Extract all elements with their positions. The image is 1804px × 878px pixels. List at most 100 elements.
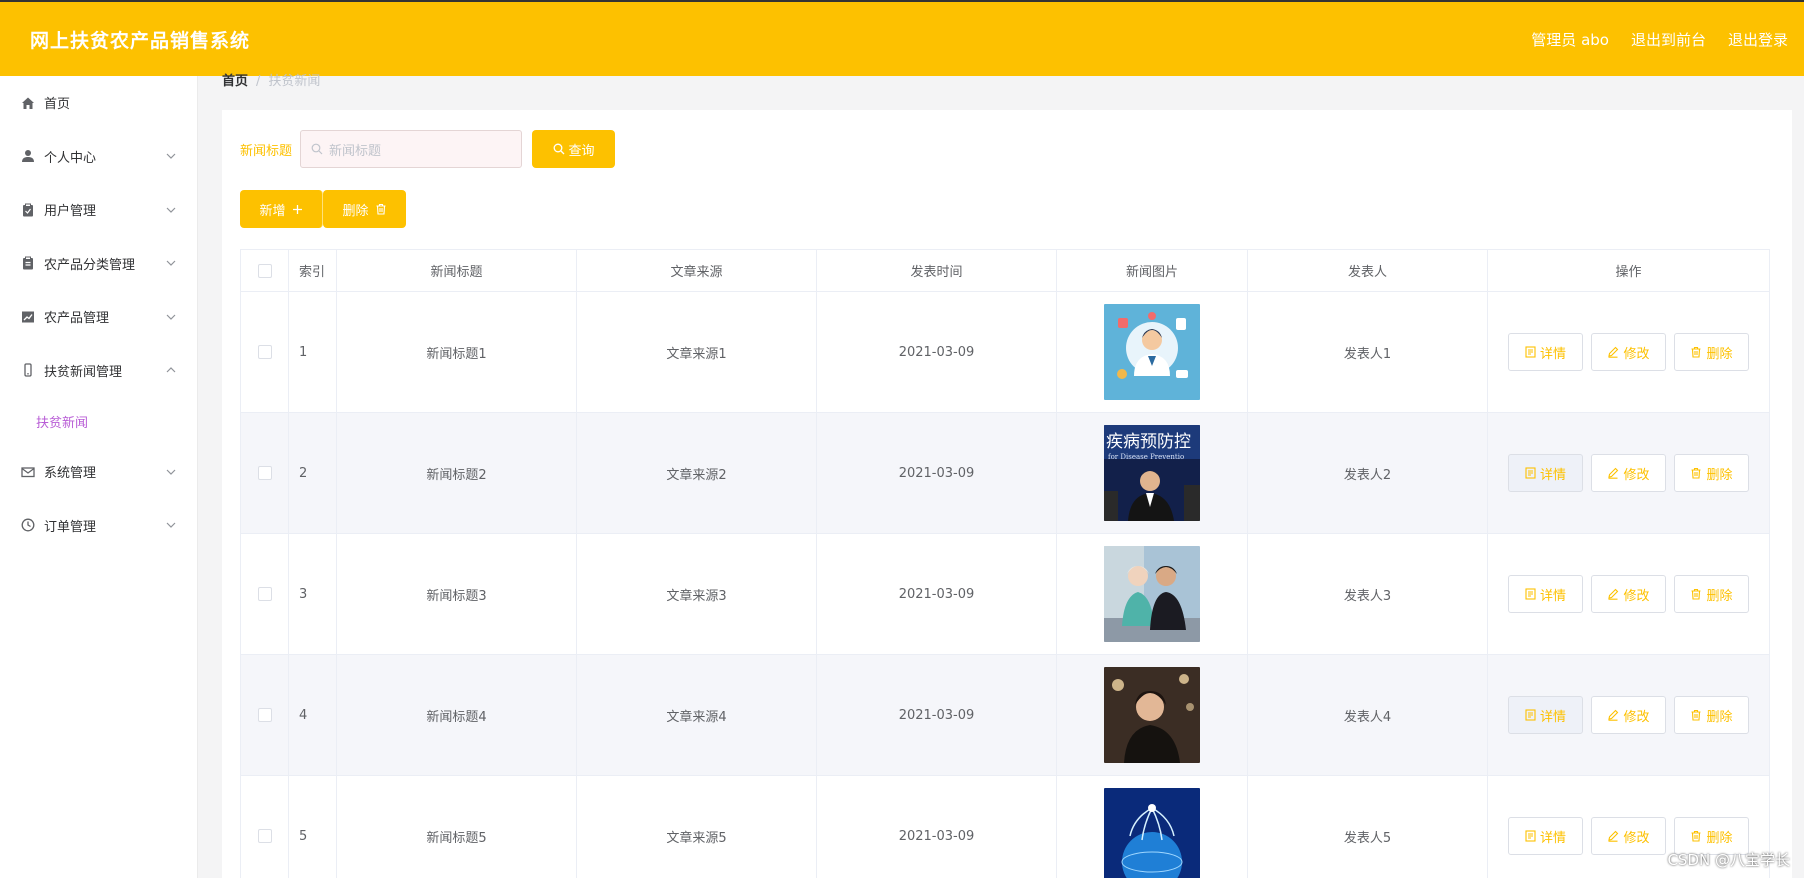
row-checkbox[interactable]	[257, 345, 272, 359]
document-icon	[1525, 346, 1536, 358]
select-all-checkbox[interactable]	[257, 263, 272, 278]
row-title: 新闻标题5	[337, 776, 577, 878]
delete-label: 删除	[1706, 588, 1733, 604]
search-placeholder: 新闻标题	[329, 143, 382, 159]
edit-icon	[1608, 588, 1619, 600]
row-checkbox[interactable]	[257, 587, 272, 601]
edit-label: 修改	[1623, 588, 1650, 604]
header-actions: 管理员 abo 退出到前台 退出登录	[1531, 29, 1788, 50]
sidebar: 首页 个人中心 用户管理 农产品分类管理 农产品管理 扶贫新闻管理 扶贫新闻 系…	[0, 76, 198, 878]
add-button[interactable]: 新增	[240, 190, 323, 228]
sidebar-item-home[interactable]: 首页	[0, 76, 197, 130]
sidebar-item-label: 农产品分类管理	[44, 257, 136, 273]
mail-icon	[20, 464, 36, 480]
edit-icon	[1608, 709, 1619, 721]
search-button[interactable]: 查询	[532, 130, 616, 168]
sidebar-subitem-news[interactable]: 扶贫新闻	[0, 397, 197, 445]
header-index: 索引	[289, 250, 337, 291]
news-image-two-people	[1104, 546, 1200, 642]
search-icon	[553, 143, 564, 155]
row-delete-button[interactable]: 删除	[1674, 696, 1749, 734]
row-author: 发表人1	[1248, 292, 1488, 412]
edit-button[interactable]: 修改	[1591, 696, 1666, 734]
trash-icon	[376, 203, 385, 215]
news-image-portrait	[1104, 667, 1200, 763]
exit-to-front-link[interactable]: 退出到前台	[1631, 29, 1706, 50]
logout-link[interactable]: 退出登录	[1728, 29, 1788, 50]
row-title: 新闻标题2	[337, 413, 577, 533]
plus-icon	[292, 204, 302, 214]
breadcrumb-home[interactable]: 首页	[222, 74, 248, 89]
search-icon	[311, 143, 323, 155]
sidebar-item-system[interactable]: 系统管理	[0, 445, 197, 499]
header-source: 文章来源	[577, 250, 817, 291]
document-icon	[1525, 588, 1536, 600]
header-checkbox-cell	[241, 250, 289, 291]
sidebar-item-news[interactable]: 扶贫新闻管理	[0, 344, 197, 398]
row-index: 1	[289, 292, 337, 412]
chevron-down-icon	[165, 204, 177, 216]
sidebar-item-label: 个人中心	[44, 150, 97, 166]
clock-icon	[20, 517, 36, 533]
detail-button[interactable]: 详情	[1508, 696, 1583, 734]
checkbox-cell	[241, 292, 289, 412]
breadcrumb: 首页 / 扶贫新闻	[222, 74, 321, 89]
row-delete-button[interactable]: 删除	[1674, 575, 1749, 613]
row-date: 2021-03-09	[817, 292, 1057, 412]
table-row: 4 新闻标题4 文章来源4 2021-03-09 发表人4 详情 修改 删除	[241, 655, 1769, 776]
row-index: 5	[289, 776, 337, 878]
document-icon	[1525, 830, 1536, 842]
row-checkbox[interactable]	[257, 708, 272, 722]
search-input[interactable]: 新闻标题	[300, 130, 523, 168]
row-checkbox[interactable]	[257, 829, 272, 843]
row-actions: 详情 修改 删除	[1488, 655, 1769, 775]
image-cell	[1057, 534, 1248, 654]
chart-icon	[20, 309, 36, 325]
document-icon	[1525, 709, 1536, 721]
row-actions: 详情 修改 删除	[1488, 534, 1769, 654]
main-content: 首页 / 扶贫新闻 新闻标题 新闻标题 查询 新增 删除 索引 新闻标题 文章来…	[198, 74, 1804, 878]
checkbox-cell	[241, 534, 289, 654]
chevron-down-icon	[165, 519, 177, 531]
sidebar-item-products[interactable]: 农产品管理	[0, 290, 197, 344]
image-cell	[1057, 292, 1248, 412]
row-index: 4	[289, 655, 337, 775]
sidebar-item-orders[interactable]: 订单管理	[0, 499, 197, 553]
delete-label: 删除	[1706, 709, 1733, 725]
chevron-down-icon	[165, 150, 177, 162]
phone-icon	[20, 362, 36, 378]
edit-label: 修改	[1623, 467, 1650, 483]
edit-label: 修改	[1623, 709, 1650, 725]
detail-button[interactable]: 详情	[1508, 575, 1583, 613]
sidebar-item-profile[interactable]: 个人中心	[0, 130, 197, 184]
edit-button[interactable]: 修改	[1591, 454, 1666, 492]
edit-icon	[1608, 346, 1619, 358]
header-date: 发表时间	[817, 250, 1057, 291]
row-checkbox[interactable]	[257, 466, 272, 480]
sidebar-item-label: 订单管理	[44, 519, 97, 535]
checkbox-cell	[241, 413, 289, 533]
watermark: CSDN @八宝学长	[1667, 851, 1790, 869]
row-source: 文章来源4	[577, 655, 817, 775]
clipboard-icon	[20, 255, 36, 271]
delete-label: 删除	[1706, 346, 1733, 362]
detail-button[interactable]: 详情	[1508, 454, 1583, 492]
sidebar-item-category[interactable]: 农产品分类管理	[0, 237, 197, 291]
row-source: 文章来源2	[577, 413, 817, 533]
edit-button[interactable]: 修改	[1591, 333, 1666, 371]
edit-button[interactable]: 修改	[1591, 817, 1666, 855]
app-title: 网上扶贫农产品销售系统	[30, 29, 251, 52]
row-delete-button[interactable]: 删除	[1674, 333, 1749, 371]
sidebar-item-users[interactable]: 用户管理	[0, 183, 197, 237]
detail-button[interactable]: 详情	[1508, 333, 1583, 371]
checkbox-cell	[241, 776, 289, 878]
row-delete-button[interactable]: 删除	[1674, 454, 1749, 492]
row-index: 3	[289, 534, 337, 654]
row-actions: 详情 修改 删除	[1488, 292, 1769, 412]
delete-button[interactable]: 删除	[323, 190, 406, 228]
header-title: 新闻标题	[337, 250, 577, 291]
detail-button[interactable]: 详情	[1508, 817, 1583, 855]
table-row: 1 新闻标题1 文章来源1 2021-03-09 发表人1 详情 修改 删除	[241, 292, 1769, 413]
chevron-up-icon	[165, 364, 177, 376]
edit-button[interactable]: 修改	[1591, 575, 1666, 613]
